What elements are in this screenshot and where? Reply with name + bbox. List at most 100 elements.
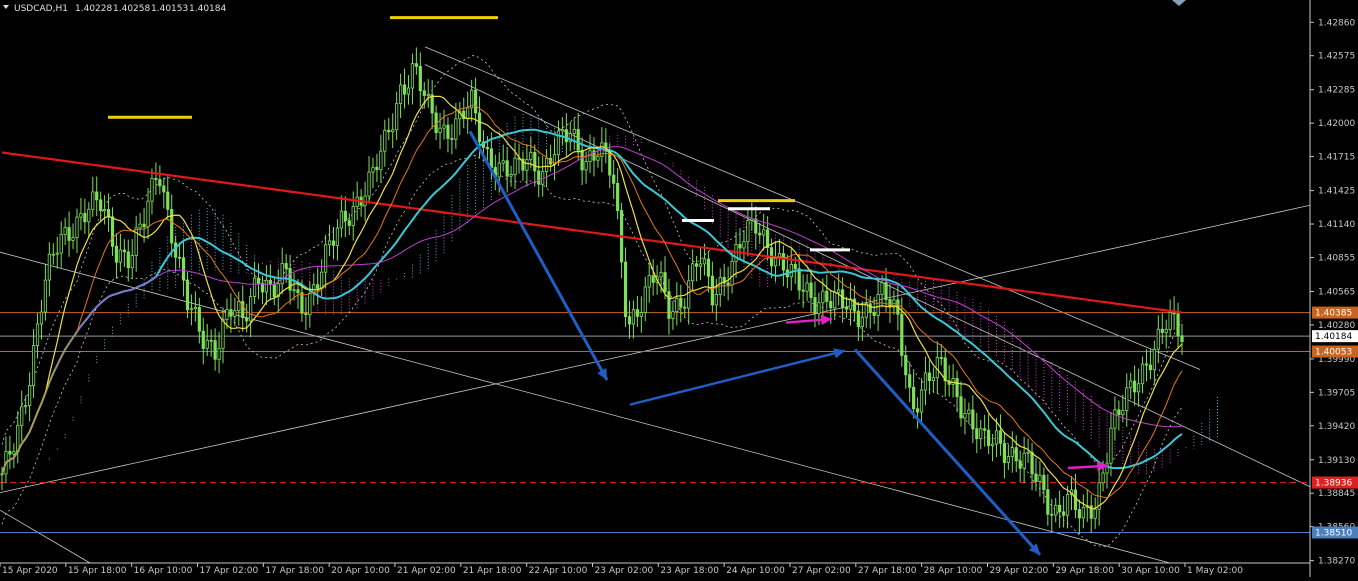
candle-body	[627, 316, 632, 325]
candle-body	[876, 294, 880, 316]
candle-body	[1176, 313, 1180, 337]
price-axis: 1.42860 1.42575 1.42285 1.42000 1.41715 1.414…	[1309, 0, 1358, 577]
candle-body	[576, 129, 580, 151]
candle-body	[880, 282, 884, 295]
candle-body	[1121, 410, 1125, 416]
price-tick-label: 1.40280	[1318, 321, 1355, 331]
candle-body	[967, 409, 971, 414]
candle-body	[371, 166, 375, 173]
candle-body	[181, 257, 186, 281]
candle-body	[71, 237, 75, 241]
candle-body	[781, 253, 786, 271]
candle-body	[347, 220, 351, 226]
candle-body	[951, 378, 955, 385]
candle-body	[904, 355, 908, 376]
candle-body	[252, 277, 257, 297]
time-tick-label: 27 Apr 02:00	[792, 566, 851, 576]
candle-body	[99, 199, 103, 212]
candle-body	[387, 129, 391, 133]
price-tick-label: 1.39705	[1318, 388, 1355, 398]
candle-body	[714, 294, 718, 306]
candle-body	[754, 218, 758, 234]
candle-body	[154, 177, 158, 180]
candle-body	[856, 310, 860, 327]
candle-body	[529, 152, 533, 160]
candle-body	[959, 396, 963, 419]
candle-body	[256, 277, 261, 284]
candle-body	[789, 263, 793, 278]
time-tick-label: 29 Apr 18:00	[1055, 566, 1114, 576]
candle-body	[406, 87, 411, 95]
price-tag-label: 1.38510	[1315, 529, 1352, 539]
candle-body	[324, 244, 328, 273]
candle-body	[1010, 447, 1014, 457]
candle-body	[39, 311, 44, 325]
price-tick-label: 1.41425	[1318, 187, 1355, 197]
candle-body	[130, 255, 134, 269]
candle-body	[170, 208, 174, 244]
candle-body	[813, 297, 817, 314]
candle-body	[1168, 312, 1172, 330]
candle-body	[110, 216, 115, 247]
candle-body	[1050, 513, 1054, 516]
candle-body	[430, 94, 434, 114]
candle-body	[1006, 456, 1010, 463]
candle-body	[545, 157, 549, 173]
candle-body	[730, 261, 734, 286]
ohlc-low: 1.40153	[151, 4, 188, 14]
candle-body	[1065, 494, 1070, 516]
price-tick-label: 1.42000	[1318, 119, 1355, 129]
price-tag-label: 1.40184	[1315, 332, 1352, 342]
price-tick-label: 1.39130	[1318, 456, 1355, 466]
time-tick-label: 15 Apr 18:00	[68, 566, 127, 576]
time-tick-label: 16 Apr 10:00	[134, 566, 193, 576]
candle-body	[801, 289, 805, 292]
candle-body	[35, 323, 40, 346]
candle-body	[841, 289, 845, 308]
candle-body	[20, 406, 24, 426]
price-tick-label: 1.42575	[1318, 52, 1355, 62]
candle-body	[1077, 509, 1081, 519]
candle-body	[1026, 451, 1030, 454]
candle-body	[797, 268, 801, 291]
candle-body	[296, 289, 300, 294]
candle-body	[844, 306, 849, 310]
price-chart[interactable]: 1.42860 1.42575 1.42285 1.42000 1.41715 1.414…	[0, 0, 1358, 577]
candle-body	[1156, 328, 1160, 350]
time-tick-label: 15 Apr 2020	[2, 566, 58, 576]
candle-body	[1152, 348, 1156, 371]
candle-body	[95, 191, 99, 201]
candle-body	[379, 150, 383, 171]
candle-body	[1054, 504, 1058, 516]
candle-body	[327, 240, 332, 246]
candle-body	[533, 152, 537, 172]
candle-body	[683, 306, 687, 309]
candle-body	[367, 171, 371, 197]
candle-body	[825, 290, 829, 302]
candle-body	[193, 306, 197, 310]
candle-body	[1038, 474, 1042, 482]
candle-body	[623, 261, 628, 318]
candle-body	[1058, 504, 1062, 513]
price-tick-label: 1.42860	[1318, 18, 1355, 28]
candle-body	[1117, 409, 1121, 416]
candle-body	[1014, 447, 1018, 462]
candle-body	[994, 430, 999, 445]
candle-body	[1148, 364, 1153, 371]
candle-body	[1030, 451, 1034, 475]
time-tick-label: 27 Apr 18:00	[858, 566, 917, 576]
candle-body	[860, 316, 864, 327]
candle-body	[833, 291, 837, 309]
price-tick-label: 1.40855	[1318, 253, 1355, 263]
candle-body	[631, 309, 636, 325]
candle-body	[635, 309, 639, 317]
candle-body	[1073, 489, 1078, 510]
candle-body	[939, 357, 943, 359]
candle-body	[213, 340, 217, 360]
candle-body	[189, 308, 194, 311]
candle-body	[726, 282, 730, 286]
candle-body	[450, 138, 454, 140]
candle-body	[931, 377, 935, 381]
time-tick-label: 22 Apr 10:00	[529, 566, 588, 576]
price-tag-label: 1.40385	[1315, 309, 1352, 319]
